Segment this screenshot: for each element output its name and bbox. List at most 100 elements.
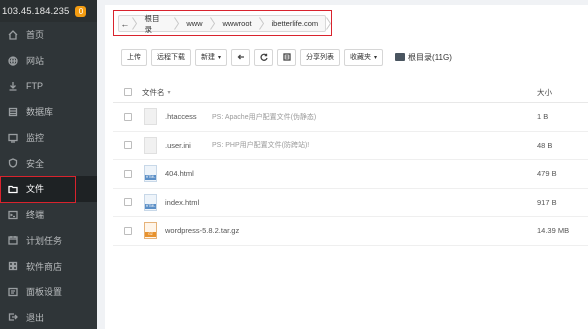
sidebar-item-label: 监控 xyxy=(26,133,45,144)
breadcrumb-items: ← 根目录 www wwwroot ibetterlife.com xyxy=(118,14,331,34)
terminal-icon xyxy=(7,209,18,220)
folder-icon xyxy=(7,183,18,194)
back-arrow-icon[interactable]: ← xyxy=(118,16,132,31)
new-dropdown-button[interactable]: 新建 ▾ xyxy=(195,48,228,66)
refresh-icon xyxy=(260,53,268,61)
table-row[interactable]: .htaccess PS: Apache用户配置文件(伪静态) 1 B xyxy=(113,103,588,132)
file-size: 1 B xyxy=(537,112,549,122)
database-icon xyxy=(7,106,18,117)
sidebar-item-database[interactable]: 数据库 xyxy=(0,99,97,125)
sidebar-item-label: 终端 xyxy=(26,210,45,221)
sidebar-item-label: 面板设置 xyxy=(26,287,63,298)
store-icon xyxy=(7,261,18,272)
terminal-icon xyxy=(282,53,291,61)
archive-file-icon: GZ xyxy=(144,222,157,239)
server-header: 103.45.184.235 0 xyxy=(0,0,97,22)
file-size: 917 B xyxy=(537,197,557,207)
terminal-button[interactable] xyxy=(277,48,297,66)
sidebar-item-monitor[interactable]: 监控 xyxy=(0,125,97,151)
refresh-button[interactable] xyxy=(254,48,274,66)
breadcrumb-wwwroot[interactable]: wwwroot xyxy=(215,16,258,31)
sidebar-item-terminal[interactable]: 终端 xyxy=(0,202,97,228)
home-icon xyxy=(7,29,18,40)
file-icon xyxy=(144,136,157,154)
sidebar-item-home[interactable]: 首页 xyxy=(0,22,97,48)
sidebar-item-logout[interactable]: 退出 xyxy=(0,305,97,329)
remote-download-button[interactable]: 远程下载 xyxy=(151,48,191,66)
file-name[interactable]: wordpress-5.8.2.tar.gz xyxy=(165,226,239,235)
column-name-label: 文件名 xyxy=(142,87,165,97)
share-list-button[interactable]: 分享列表 xyxy=(300,48,341,66)
table-header: 文件名 ▾ 大小 xyxy=(113,82,588,103)
sidebar-item-settings[interactable]: 面板设置 xyxy=(0,279,97,305)
sidebar-item-label: 数据库 xyxy=(26,107,54,118)
select-all-checkbox[interactable] xyxy=(124,88,132,96)
drive-icon xyxy=(395,53,406,61)
breadcrumb-root[interactable]: 根目录 xyxy=(138,14,174,34)
ftp-icon xyxy=(7,81,18,92)
table-row[interactable]: HTML 404.html 479 B xyxy=(113,160,588,189)
sidebar-item-label: 安全 xyxy=(26,158,45,169)
row-checkbox[interactable] xyxy=(124,141,132,150)
sidebar-item-label: 网站 xyxy=(26,56,45,67)
sort-icon: ▾ xyxy=(167,89,171,96)
back-arrow-icon xyxy=(237,54,244,60)
server-ip: 103.45.184.235 xyxy=(2,5,70,17)
file-name[interactable]: 404.html xyxy=(165,169,194,178)
calendar-icon xyxy=(7,235,18,246)
back-button[interactable] xyxy=(231,48,251,66)
sidebar-menu: 首页 网站 FTP 数据库 监控 安全 文件 终端 计划任务 软件商店 面板设置… xyxy=(0,22,97,329)
sidebar-item-security[interactable]: 安全 xyxy=(0,150,97,176)
row-checkbox[interactable] xyxy=(124,112,132,121)
row-checkbox[interactable] xyxy=(124,198,132,207)
main-area: ← 根目录 www wwwroot ibetterlife.com 上传 远程下… xyxy=(97,0,588,329)
html-file-icon: HTML xyxy=(144,193,157,211)
row-checkbox[interactable] xyxy=(124,226,132,235)
sidebar-item-label: FTP xyxy=(26,81,43,92)
sidebar-item-label: 退出 xyxy=(26,312,45,323)
sidebar-item-store[interactable]: 软件商店 xyxy=(0,253,97,279)
sidebar: 103.45.184.235 0 首页 网站 FTP 数据库 监控 安全 文件 … xyxy=(0,0,97,329)
file-name[interactable]: index.html xyxy=(165,198,199,207)
sidebar-item-files[interactable]: 文件 xyxy=(0,176,97,203)
breadcrumb-www[interactable]: www xyxy=(179,16,209,31)
breadcrumb: ← 根目录 www wwwroot ibetterlife.com xyxy=(113,10,332,36)
sidebar-item-label: 首页 xyxy=(26,30,45,41)
notification-badge[interactable]: 0 xyxy=(75,5,87,17)
table-row[interactable]: HTML index.html 917 B xyxy=(113,189,588,217)
shield-icon xyxy=(7,158,18,169)
file-icon xyxy=(144,108,157,125)
file-note: PS: Apache用户配置文件(伪静态) xyxy=(212,113,317,121)
file-name[interactable]: .htaccess xyxy=(165,112,197,121)
row-checkbox[interactable] xyxy=(124,169,132,178)
sidebar-item-label: 计划任务 xyxy=(26,235,63,246)
column-size-header[interactable]: 大小 xyxy=(537,87,552,98)
column-name-header[interactable]: 文件名 ▾ xyxy=(142,87,171,98)
caret-down-icon: ▾ xyxy=(218,54,222,61)
sidebar-item-ftp[interactable]: FTP xyxy=(0,73,97,99)
sidebar-item-label: 文件 xyxy=(26,184,45,195)
sidebar-item-label: 软件商店 xyxy=(26,261,63,272)
breadcrumb-site[interactable]: ibetterlife.com xyxy=(264,16,325,31)
sidebar-item-website[interactable]: 网站 xyxy=(0,48,97,74)
disk-info[interactable]: 根目录(11G) xyxy=(395,52,452,63)
table-row[interactable]: .user.ini PS: PHP用户配置文件(防跨站)! 48 B xyxy=(113,132,588,160)
favorites-label: 收藏夹 xyxy=(350,54,372,61)
favorites-dropdown-button[interactable]: 收藏夹 ▾ xyxy=(344,48,384,66)
file-name[interactable]: .user.ini xyxy=(165,141,191,150)
globe-icon xyxy=(7,55,18,66)
file-size: 479 B xyxy=(537,169,557,179)
upload-button[interactable]: 上传 xyxy=(121,48,147,66)
file-table: 文件名 ▾ 大小 .htaccess PS: Apache用户配置文件(伪静态) … xyxy=(113,82,588,246)
file-size: 48 B xyxy=(537,140,553,150)
monitor-icon xyxy=(7,132,18,143)
file-size: 14.39 MB xyxy=(537,226,570,236)
separator xyxy=(325,16,331,31)
sidebar-item-cron[interactable]: 计划任务 xyxy=(0,228,97,254)
table-row[interactable]: GZ wordpress-5.8.2.tar.gz 14.39 MB xyxy=(113,217,588,246)
toolbar: 上传 远程下载 新建 ▾ 分享列表 收藏夹 ▾ 根目录(11G) xyxy=(121,48,452,66)
file-manager-panel: ← 根目录 www wwwroot ibetterlife.com 上传 远程下… xyxy=(105,5,588,329)
root-disk-label: 根目录(11G) xyxy=(408,52,452,62)
logout-icon xyxy=(7,312,18,323)
html-file-icon: HTML xyxy=(144,165,157,182)
